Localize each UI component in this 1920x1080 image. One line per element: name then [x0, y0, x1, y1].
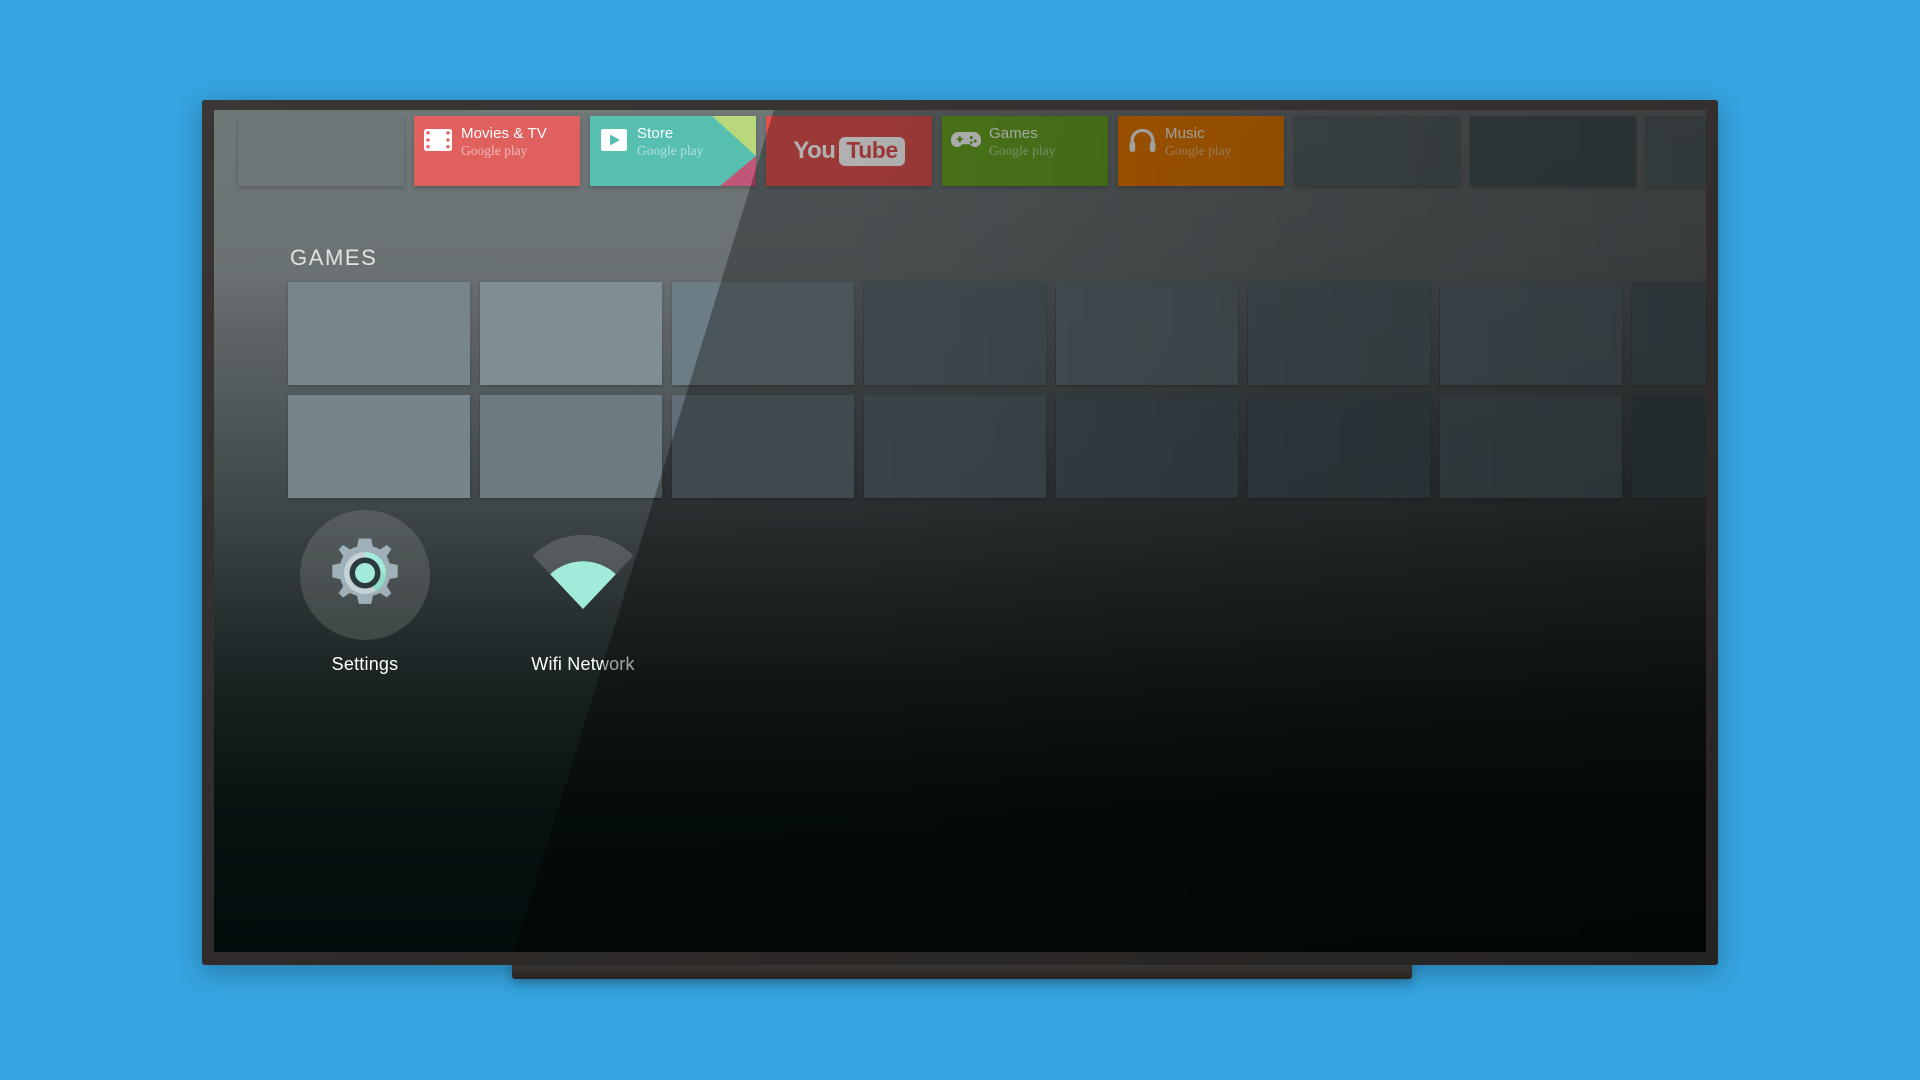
gear-icon	[322, 530, 408, 621]
app-tile-title: Store	[637, 125, 674, 142]
youtube-logo-you: You	[793, 137, 836, 164]
game-tile[interactable]	[288, 395, 470, 498]
app-tile-ghost[interactable]	[238, 116, 404, 186]
youtube-logo-tube: Tube	[839, 136, 905, 166]
app-tile-title: Games	[989, 125, 1038, 142]
app-tile-placeholder-7[interactable]	[1294, 116, 1460, 186]
game-tile[interactable]	[864, 282, 1046, 385]
game-tile[interactable]	[864, 395, 1046, 498]
gamepad-icon	[951, 125, 981, 155]
app-tile-games[interactable]: Games Google play	[942, 116, 1108, 186]
top-app-row: Movies & TV Google play Store Google pla…	[214, 116, 1706, 188]
screenshot-stage: Movies & TV Google play Store Google pla…	[0, 0, 1920, 1080]
android-tv-home-ui: Movies & TV Google play Store Google pla…	[214, 110, 1706, 952]
shortcut-label-settings: Settings	[331, 654, 399, 674]
games-section-heading: GAMES	[290, 245, 378, 270]
headphones-icon	[1127, 125, 1157, 155]
app-tile-youtube[interactable]: You Tube	[766, 116, 932, 186]
game-tile[interactable]	[1440, 395, 1622, 498]
game-tile[interactable]	[288, 282, 470, 385]
game-tile[interactable]	[672, 395, 854, 498]
app-tile-subtitle: Google play	[637, 142, 704, 158]
app-tile-placeholder-9[interactable]	[1646, 116, 1706, 186]
app-tile-subtitle: Google play	[989, 142, 1056, 158]
app-tile-music[interactable]: Music Google play	[1118, 116, 1284, 186]
game-tile[interactable]	[1632, 395, 1706, 498]
game-tile[interactable]	[1248, 395, 1430, 498]
app-tile-subtitle: Google play	[461, 142, 528, 158]
app-tile-title: Music	[1165, 125, 1205, 142]
tv-frame: Movies & TV Google play Store Google pla…	[202, 100, 1718, 965]
game-tile[interactable]	[1056, 395, 1238, 498]
app-tile-title: Movies & TV	[461, 125, 547, 142]
game-tile[interactable]	[672, 282, 854, 385]
app-tile-placeholder-8[interactable]	[1470, 116, 1636, 186]
games-grid-row-2	[288, 395, 1706, 498]
game-tile[interactable]	[480, 282, 662, 385]
tv-screen: Movies & TV Google play Store Google pla…	[214, 110, 1706, 952]
app-tile-store[interactable]: Store Google play	[590, 116, 756, 186]
games-grid-row-1	[288, 282, 1706, 385]
shortcut-wifi[interactable]: Wifi Network	[498, 510, 668, 675]
app-tile-movies-tv[interactable]: Movies & TV Google play	[414, 116, 580, 186]
shortcut-settings[interactable]: Settings	[280, 510, 450, 675]
wifi-icon-holder	[518, 510, 648, 640]
game-tile[interactable]	[1248, 282, 1430, 385]
game-tile[interactable]	[1632, 282, 1706, 385]
game-tile[interactable]	[480, 395, 662, 498]
game-tile[interactable]	[1056, 282, 1238, 385]
wifi-signal-icon	[532, 533, 634, 618]
youtube-logo-icon: You Tube	[793, 136, 905, 166]
shortcut-label-wifi: Wifi Network	[531, 654, 635, 674]
app-tile-subtitle: Google play	[1165, 142, 1232, 158]
settings-circle-background	[300, 510, 430, 640]
game-tile[interactable]	[1440, 282, 1622, 385]
film-strip-icon	[423, 125, 453, 155]
play-store-icon	[599, 125, 629, 155]
shortcuts-row: Settings Wifi Network	[280, 510, 668, 675]
